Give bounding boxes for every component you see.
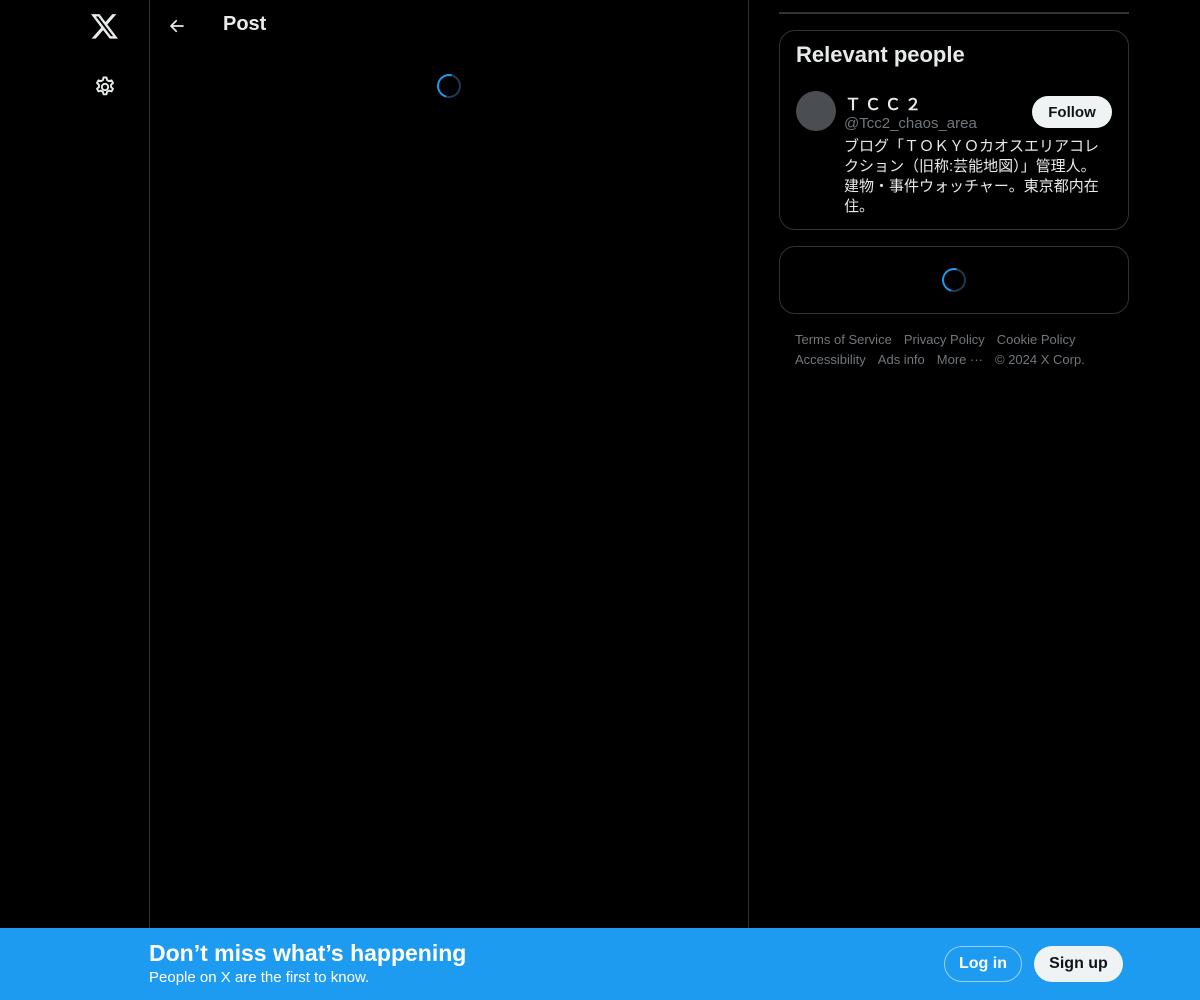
banner-title: Don’t miss what’s happening (149, 940, 467, 966)
loading-spinner (432, 69, 466, 103)
footer-links: Terms of Service Privacy Policy Cookie P… (795, 330, 1125, 370)
person-bio: ブログ「ＴＯＫＹＯカオスエリアコレクション（旧称:芸能地図）」管理人。建物・事件… (844, 138, 1100, 215)
footer-link-privacy[interactable]: Privacy Policy (904, 330, 985, 350)
footer-link-cookie[interactable]: Cookie Policy (997, 330, 1076, 350)
trends-loading-card (779, 246, 1129, 314)
footer-link-ads-info[interactable]: Ads info (878, 350, 925, 370)
footer-link-terms[interactable]: Terms of Service (795, 330, 892, 350)
loading-spinner (937, 263, 971, 297)
follow-button[interactable]: Follow (1032, 96, 1112, 128)
relevant-people-card: Relevant people ＴＣＣ２ @Tcc2_chaos_area ブロ… (779, 30, 1129, 230)
divider (779, 12, 1129, 14)
app-root: Post Relevant people ＴＣＣ２ @Tcc2_chaos_ar… (0, 0, 1200, 1000)
arrow-left-icon[interactable] (164, 13, 190, 39)
person-handle[interactable]: @Tcc2_chaos_area (844, 115, 977, 132)
x-logo-icon[interactable] (89, 11, 121, 43)
left-nav (0, 0, 150, 928)
copyright-text: © 2024 X Corp. (995, 352, 1085, 367)
footer-link-accessibility[interactable]: Accessibility (795, 350, 866, 370)
main-column: Post (149, 0, 749, 928)
relevant-people-title: Relevant people (796, 42, 965, 67)
person-name[interactable]: ＴＣＣ２ (845, 91, 925, 115)
signup-button[interactable]: Sign up (1034, 946, 1123, 982)
avatar[interactable] (796, 91, 836, 131)
signup-banner: Don’t miss what’s happening People on X … (0, 928, 1200, 1000)
banner-subtitle: People on X are the first to know. (149, 969, 370, 986)
main-header: Post (150, 0, 748, 53)
page-title: Post (223, 13, 267, 35)
gear-icon[interactable] (91, 73, 119, 101)
footer-link-more[interactable]: More ··· (937, 350, 983, 370)
login-button[interactable]: Log in (944, 946, 1022, 982)
